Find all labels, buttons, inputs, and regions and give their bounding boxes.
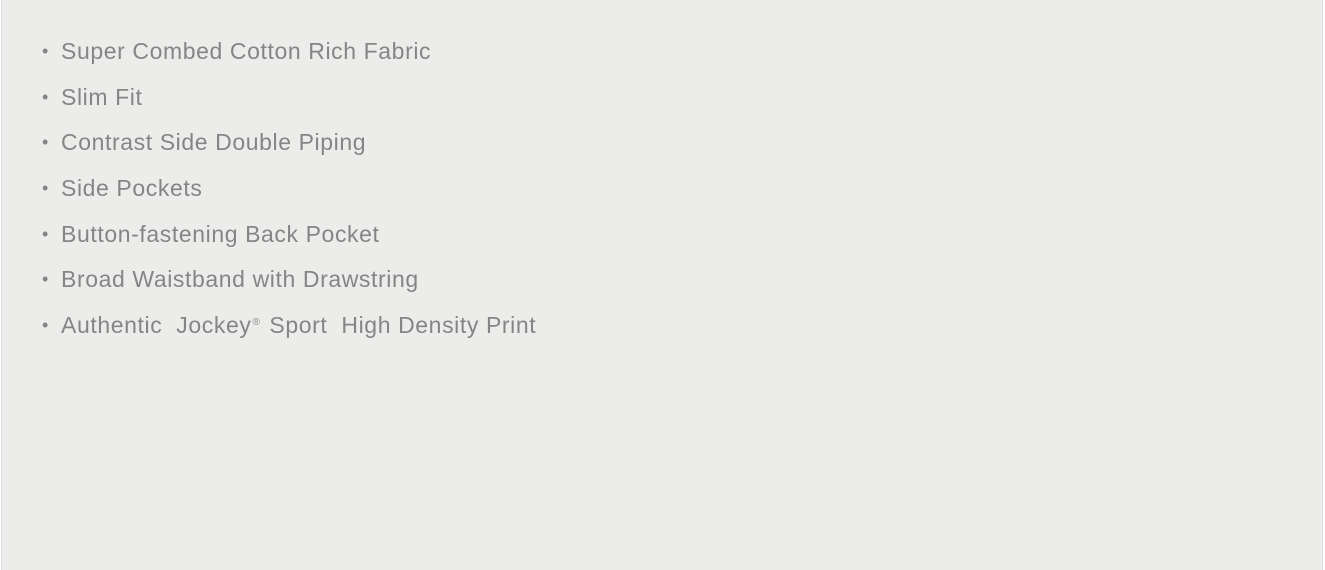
bullet: •	[42, 269, 49, 290]
bullet: •	[42, 223, 49, 244]
features-list: • Super Combed Cotton Rich Fabric • Slim…	[42, 29, 536, 348]
feature-text: Super Combed Cotton Rich Fabric	[61, 38, 432, 65]
product-features-panel: • Super Combed Cotton Rich Fabric • Slim…	[1, 0, 1323, 570]
feature-item-back-pocket: • Button-fastening Back Pocket	[42, 211, 536, 257]
registered-mark: ®	[252, 316, 261, 328]
feature-item-fabric: • Super Combed Cotton Rich Fabric	[42, 29, 536, 75]
feature-item-print: • Authentic Jockey ® Sport High Density P…	[42, 303, 536, 349]
feature-text-before: Authentic Jockey	[61, 311, 252, 338]
feature-text: Slim Fit	[61, 83, 143, 110]
feature-text-after: Sport High Density Print	[262, 311, 537, 338]
feature-item-piping: • Contrast Side Double Piping	[42, 120, 536, 166]
bullet: •	[42, 86, 49, 107]
feature-text: Contrast Side Double Piping	[61, 129, 367, 156]
bullet: •	[42, 178, 49, 199]
feature-item-pockets: • Side Pockets	[42, 166, 536, 212]
feature-item-fit: • Slim Fit	[42, 75, 536, 121]
bullet: •	[42, 41, 49, 62]
bullet: •	[42, 132, 49, 153]
feature-text: Broad Waistband with Drawstring	[61, 266, 419, 293]
bullet: •	[42, 314, 49, 335]
feature-item-waistband: • Broad Waistband with Drawstring	[42, 257, 536, 303]
feature-text: Button-fastening Back Pocket	[61, 220, 380, 247]
feature-text: Side Pockets	[61, 175, 203, 202]
